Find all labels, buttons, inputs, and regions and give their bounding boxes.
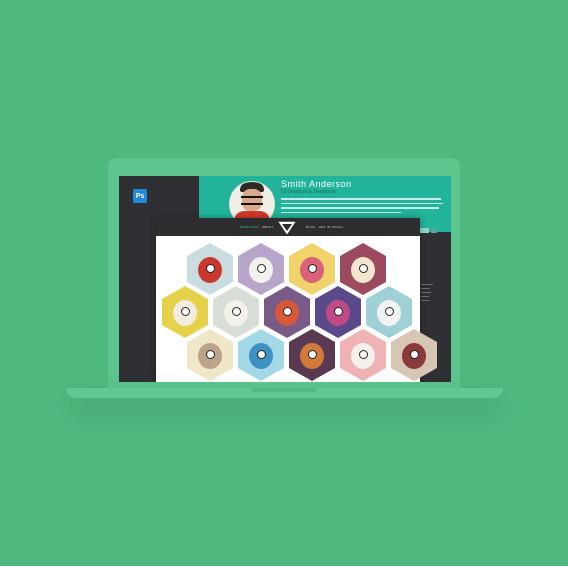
tribal-mask-icon[interactable]	[289, 329, 335, 381]
profile-name: Smith Anderson	[281, 179, 352, 189]
ghost-creature-icon[interactable]	[187, 329, 233, 381]
tile-eye	[359, 264, 368, 273]
pink-creature-icon[interactable]	[340, 329, 386, 381]
red-monster-icon[interactable]	[187, 243, 233, 295]
triangle-logo-icon[interactable]	[278, 221, 296, 235]
tile-eye	[206, 350, 215, 359]
tile-eye	[257, 264, 266, 273]
portfolio-nav: PORTFOLIO ABOUT BLOG GET IN TOUCH	[156, 218, 420, 236]
tile-eye	[257, 350, 266, 359]
nav-item-get-in-touch[interactable]: GET IN TOUCH	[319, 225, 343, 229]
tile-eye	[410, 350, 419, 359]
snowmen-icon[interactable]	[366, 286, 412, 338]
nav-item-portfolio[interactable]: PORTFOLIO	[240, 225, 259, 229]
back-list	[421, 281, 433, 304]
yellow-yeti-icon[interactable]	[162, 286, 208, 338]
tile-eye	[206, 264, 215, 273]
tile-eye	[334, 307, 343, 316]
profile-role: UI Designer & Developer	[281, 189, 337, 195]
laptop-screen: Ps Smith Anderson UI Designer & Develope…	[119, 176, 451, 382]
horned-viking-icon[interactable]	[391, 329, 437, 381]
tile-eye	[308, 264, 317, 273]
yellow-horned-monster-icon[interactable]	[289, 243, 335, 295]
jellyfish-icon[interactable]	[238, 329, 284, 381]
purple-creature-icon[interactable]	[238, 243, 284, 295]
profile-secondary-button[interactable]	[431, 228, 437, 233]
tile-eye	[283, 307, 292, 316]
laptop-base	[66, 388, 503, 398]
profile-action-button[interactable]	[419, 228, 429, 233]
nav-item-about[interactable]: ABOUT	[262, 225, 273, 229]
photoshop-icon[interactable]: Ps	[133, 189, 147, 203]
tile-eye	[359, 350, 368, 359]
tile-eye	[181, 307, 190, 316]
purple-beast-icon[interactable]	[315, 286, 361, 338]
white-sheep-icon[interactable]	[213, 286, 259, 338]
portfolio-window: PORTFOLIO ABOUT BLOG GET IN TOUCH	[156, 218, 437, 382]
tile-eye	[308, 350, 317, 359]
nav-item-blog[interactable]: BLOG	[306, 225, 315, 229]
profile-bio	[281, 198, 443, 216]
rocket-creature-icon[interactable]	[264, 286, 310, 338]
tile-eye	[385, 307, 394, 316]
tile-eye	[232, 307, 241, 316]
laptop-notch	[251, 388, 317, 392]
skeleton-creature-icon[interactable]	[340, 243, 386, 295]
